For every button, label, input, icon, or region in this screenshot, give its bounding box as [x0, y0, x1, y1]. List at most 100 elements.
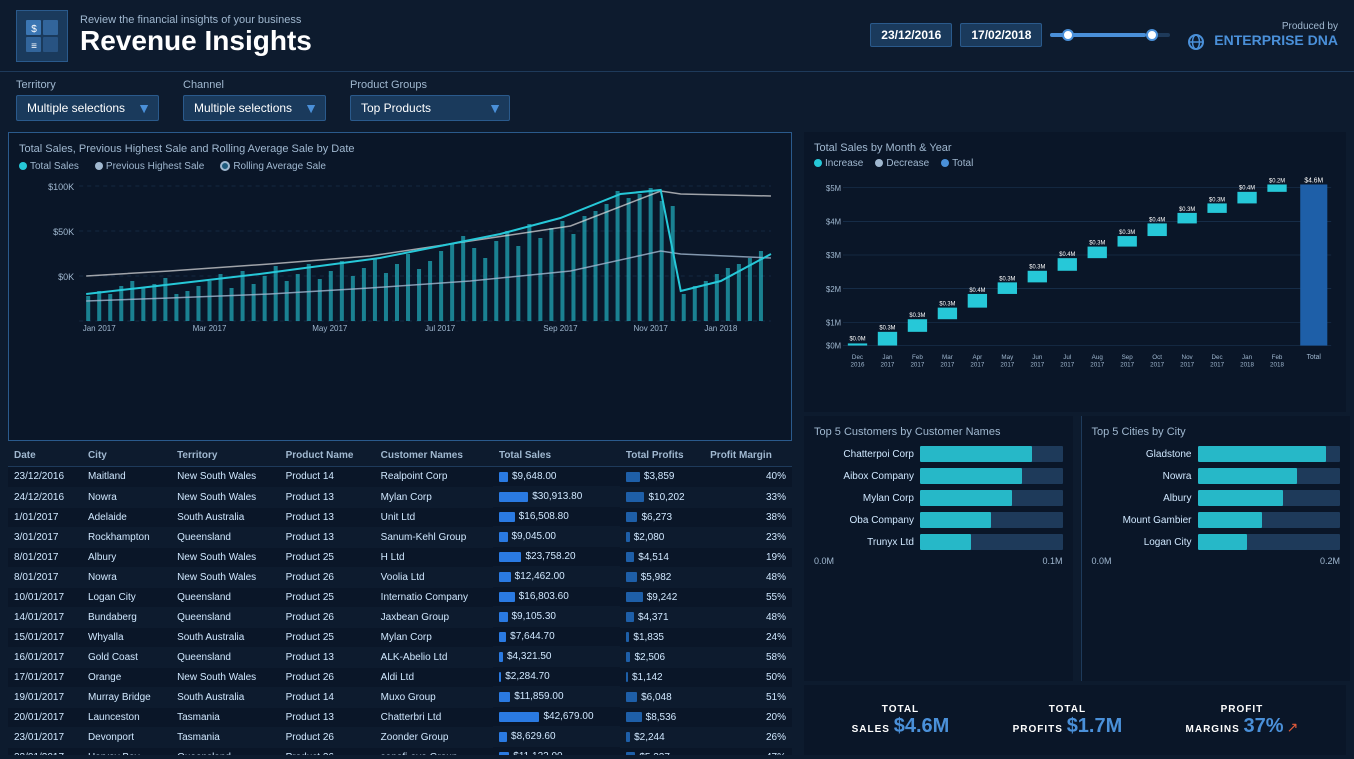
- cell-date: 14/01/2017: [8, 607, 82, 627]
- date-start-badge[interactable]: 23/12/2016: [870, 23, 952, 47]
- city-bar-fill: [1198, 490, 1284, 506]
- cell-customer: Zoonder Group: [375, 727, 493, 747]
- total-profits-summary: TOTAL PROFITS $1.7M: [1013, 703, 1123, 738]
- app-icon: $ ≡: [16, 10, 68, 62]
- city-bar-row: Mount Gambier: [1092, 512, 1341, 528]
- col-territory[interactable]: Territory: [171, 445, 280, 467]
- cell-product: Product 13: [280, 707, 375, 727]
- table-row: 16/01/2017 Gold Coast Queensland Product…: [8, 647, 792, 667]
- city-bar-track: [1198, 534, 1341, 550]
- cell-territory: Tasmania: [171, 727, 280, 747]
- svg-text:$0.3M: $0.3M: [879, 326, 895, 332]
- cell-margin: 58%: [704, 647, 792, 667]
- svg-text:Sep 2017: Sep 2017: [543, 324, 578, 333]
- customers-axis: 0.0M 0.1M: [814, 556, 1063, 566]
- cell-margin: 38%: [704, 507, 792, 527]
- city-bar-row: Logan City: [1092, 534, 1341, 550]
- territory-filter: Territory Multiple selections ▼: [16, 79, 159, 121]
- customer-bar-row: Mylan Corp: [814, 490, 1063, 506]
- svg-text:Jul: Jul: [1063, 354, 1072, 361]
- channel-select-wrapper[interactable]: Multiple selections ▼: [183, 95, 326, 121]
- cell-territory: New South Wales: [171, 467, 280, 488]
- col-customer[interactable]: Customer Names: [375, 445, 493, 467]
- cell-margin: 50%: [704, 667, 792, 687]
- col-product[interactable]: Product Name: [280, 445, 375, 467]
- cell-date: 23/01/2017: [8, 727, 82, 747]
- customer-name: Chatterpoi Corp: [814, 449, 914, 460]
- territory-select[interactable]: Multiple selections: [16, 95, 159, 121]
- date-end-badge[interactable]: 17/02/2018: [960, 23, 1042, 47]
- table-scroll[interactable]: Date City Territory Product Name Custome…: [8, 445, 792, 755]
- customer-bar-row: Chatterpoi Corp: [814, 446, 1063, 462]
- territory-select-wrapper[interactable]: Multiple selections ▼: [16, 95, 159, 121]
- svg-text:$0.3M: $0.3M: [939, 301, 955, 307]
- col-date[interactable]: Date: [8, 445, 82, 467]
- territory-label: Territory: [16, 79, 159, 91]
- cell-date: 1/01/2017: [8, 507, 82, 527]
- customer-bar-row: Aibox Company: [814, 468, 1063, 484]
- svg-text:$0.3M: $0.3M: [1209, 197, 1225, 203]
- col-profits[interactable]: Total Profits: [620, 445, 704, 467]
- svg-text:$0.0M: $0.0M: [849, 336, 865, 342]
- customer-name: Oba Company: [814, 515, 914, 526]
- svg-text:Total: Total: [1307, 354, 1322, 361]
- cell-product: Product 13: [280, 487, 375, 507]
- cell-customer: Mylan Corp: [375, 627, 493, 647]
- table-header-row: Date City Territory Product Name Custome…: [8, 445, 792, 467]
- svg-text:$2M: $2M: [826, 285, 841, 294]
- cell-city: Murray Bridge: [82, 687, 171, 707]
- customer-bar-track: [920, 512, 1063, 528]
- legend-increase: Increase: [814, 158, 863, 169]
- svg-text:Dec: Dec: [852, 354, 864, 361]
- cell-territory: New South Wales: [171, 567, 280, 587]
- total-sales-value: $4.6M: [894, 715, 950, 737]
- table-row: 8/01/2017 Nowra New South Wales Product …: [8, 567, 792, 587]
- cell-profits: $2,244: [620, 727, 704, 747]
- channel-filter: Channel Multiple selections ▼: [183, 79, 326, 121]
- col-sales[interactable]: Total Sales: [493, 445, 620, 467]
- city-name: Albury: [1092, 493, 1192, 504]
- city-name: Gladstone: [1092, 449, 1192, 460]
- col-city[interactable]: City: [82, 445, 171, 467]
- profit-margins-summary: PROFIT MARGINS 37% ↗: [1186, 703, 1299, 738]
- cell-product: Product 26: [280, 567, 375, 587]
- product-groups-select[interactable]: Top Products: [350, 95, 510, 121]
- header-right: 23/12/2016 17/02/2018 Produced by ENTERP…: [870, 21, 1338, 49]
- date-slider[interactable]: [1050, 33, 1170, 37]
- cell-margin: 48%: [704, 567, 792, 587]
- svg-text:Mar 2017: Mar 2017: [193, 324, 227, 333]
- svg-text:$0.4M: $0.4M: [1059, 252, 1075, 258]
- cell-sales: $16,803.60: [493, 587, 620, 607]
- svg-text:Jul 2017: Jul 2017: [425, 324, 456, 333]
- cell-product: Product 13: [280, 527, 375, 547]
- city-name: Nowra: [1092, 471, 1192, 482]
- table-row: 17/01/2017 Orange New South Wales Produc…: [8, 667, 792, 687]
- waterfall-title: Total Sales by Month & Year: [814, 142, 1336, 154]
- svg-text:Dec: Dec: [1212, 354, 1224, 361]
- col-margin[interactable]: Profit Margin: [704, 445, 792, 467]
- channel-select[interactable]: Multiple selections: [183, 95, 326, 121]
- cell-city: Nowra: [82, 487, 171, 507]
- cell-city: Hervey Bay: [82, 747, 171, 755]
- svg-text:$0.2M: $0.2M: [1269, 178, 1285, 184]
- top-customers-panel: Top 5 Customers by Customer Names Chatte…: [804, 416, 1073, 681]
- cell-date: 19/01/2017: [8, 687, 82, 707]
- top-cities-title: Top 5 Cities by City: [1092, 426, 1341, 438]
- summary-footer: TOTAL SALES $4.6M TOTAL PROFITS $1.7M PR…: [804, 685, 1346, 755]
- cell-date: 24/12/2016: [8, 487, 82, 507]
- svg-text:2017: 2017: [1030, 361, 1044, 368]
- svg-text:Jan 2017: Jan 2017: [83, 324, 117, 333]
- customer-bar-fill: [920, 490, 1012, 506]
- cell-date: 20/01/2017: [8, 707, 82, 727]
- cell-territory: New South Wales: [171, 487, 280, 507]
- table-row: 23/01/2017 Hervey Bay Queensland Product…: [8, 747, 792, 755]
- cell-city: Nowra: [82, 567, 171, 587]
- product-groups-select-wrapper[interactable]: Top Products ▼: [350, 95, 510, 121]
- cell-city: Bundaberg: [82, 607, 171, 627]
- svg-text:$50K: $50K: [53, 227, 74, 237]
- svg-text:2017: 2017: [1120, 361, 1134, 368]
- cell-territory: Queensland: [171, 647, 280, 667]
- cell-sales: $4,321.50: [493, 647, 620, 667]
- svg-text:$0.4M: $0.4M: [1239, 186, 1255, 192]
- cell-margin: 33%: [704, 487, 792, 507]
